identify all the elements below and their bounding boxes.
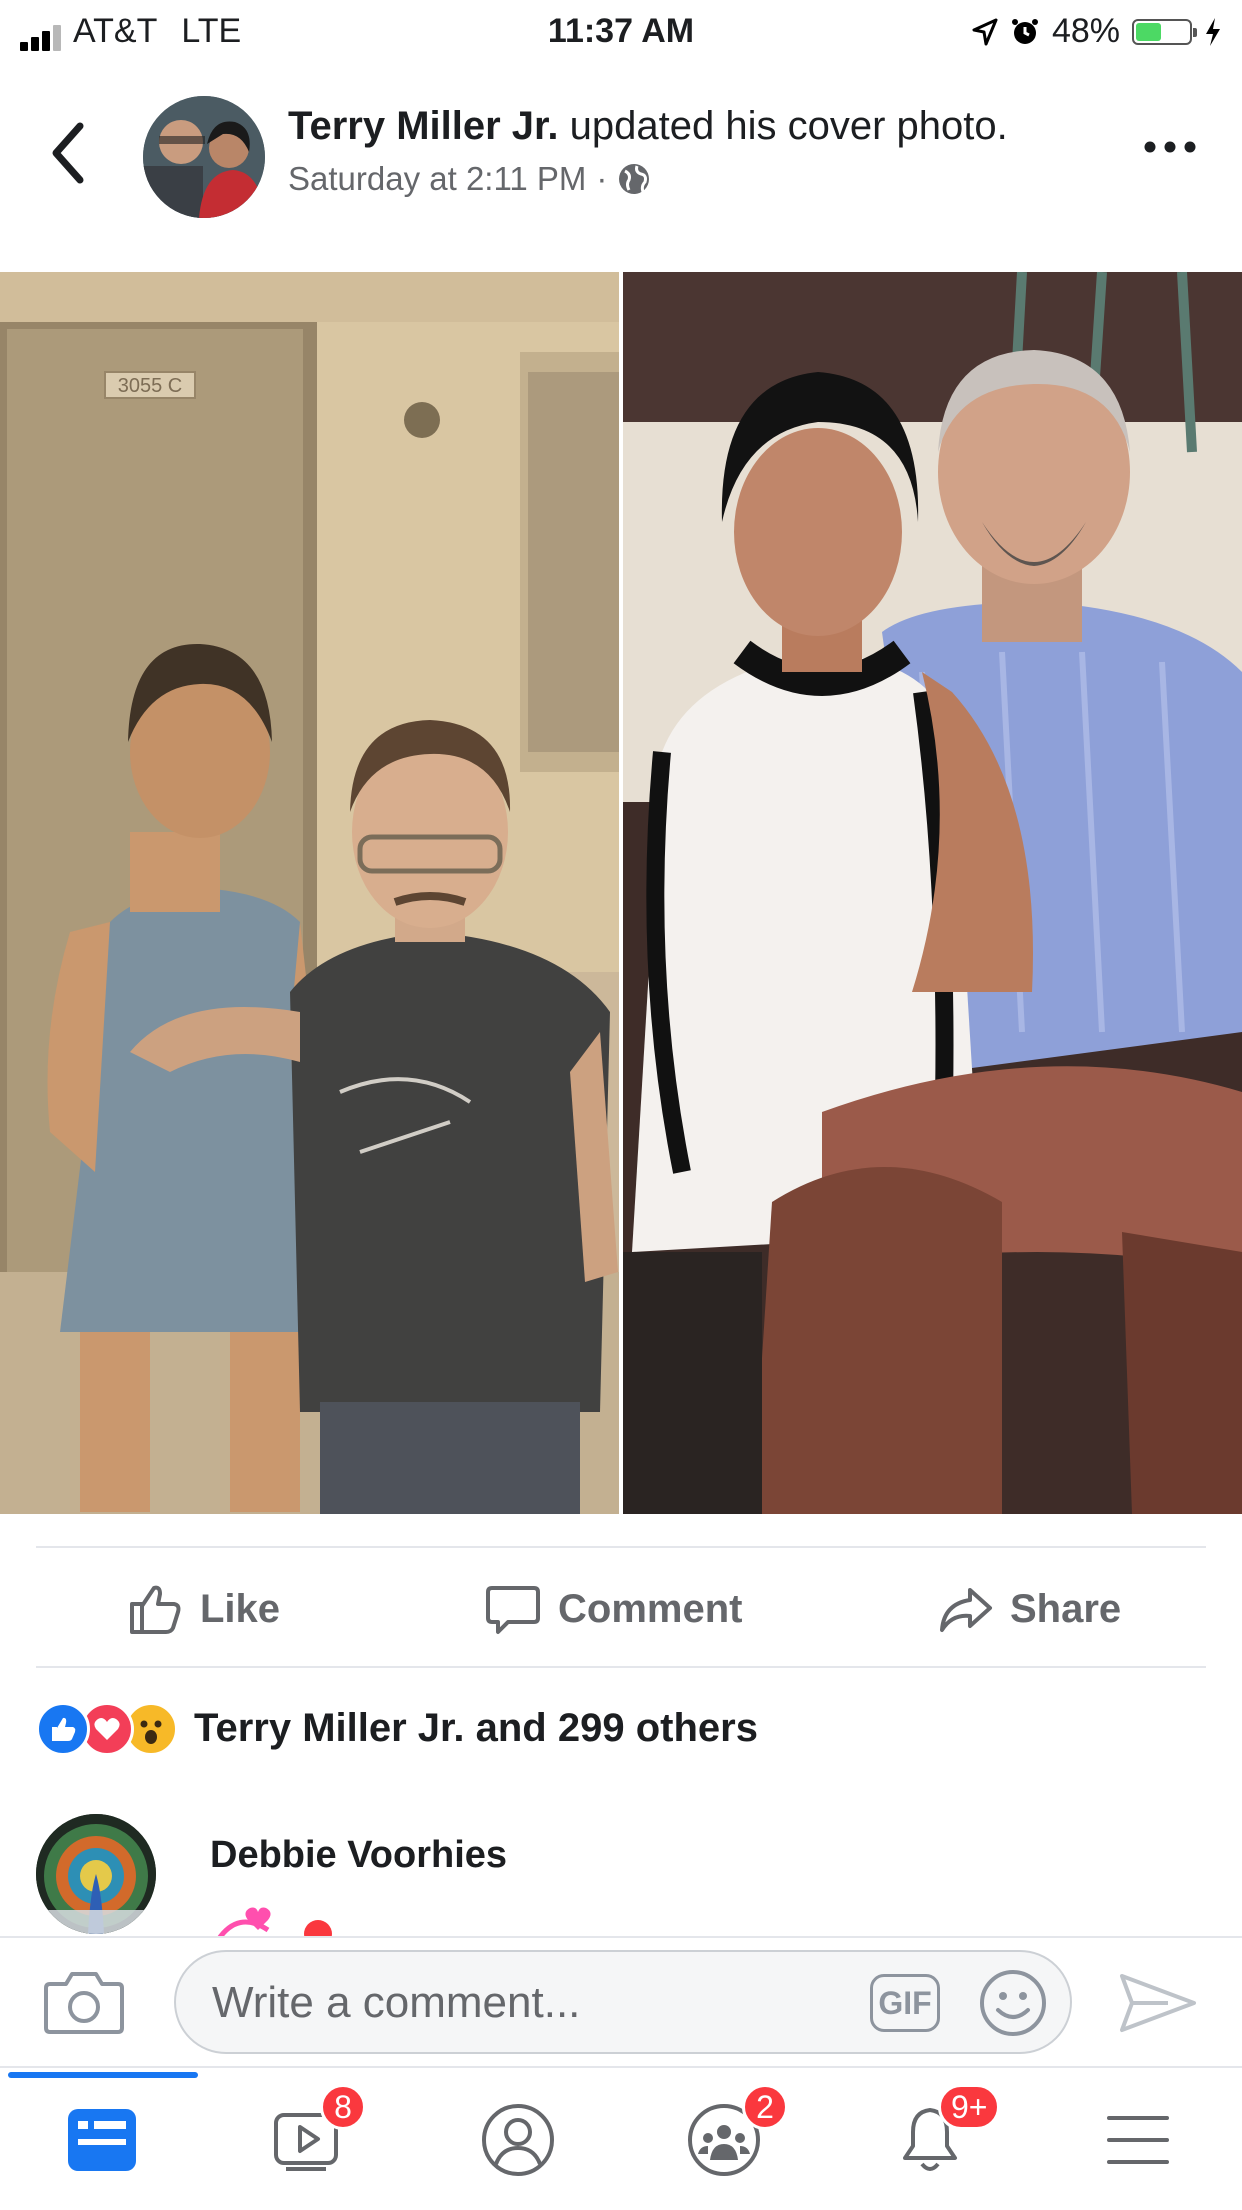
nav-news-feed[interactable] xyxy=(60,2098,144,2182)
share-label: Share xyxy=(1010,1586,1122,1631)
thumbs-up-icon xyxy=(130,1585,181,1634)
active-tab-indicator xyxy=(8,2072,198,2078)
share-button[interactable]: Share xyxy=(936,1574,1121,1644)
watch-badge: 8 xyxy=(320,2084,366,2130)
status-right: 48% xyxy=(972,12,1222,51)
reaction-icons[interactable] xyxy=(36,1702,178,1756)
profile-icon xyxy=(482,2104,554,2176)
camera-icon[interactable] xyxy=(44,1966,124,2036)
photo-right-recent xyxy=(622,272,1242,1514)
bottom-navigation xyxy=(0,2066,1242,2210)
author-name[interactable]: Terry Miller Jr. xyxy=(288,104,559,148)
globe-icon xyxy=(619,164,650,194)
peacock-avatar-image xyxy=(36,1814,156,1934)
post-action: updated his cover photo. xyxy=(569,104,1008,148)
post-meta: Saturday at 2:11 PM · xyxy=(288,160,651,198)
post-headline: Terry Miller Jr. updated his cover photo… xyxy=(288,104,1008,149)
groups-badge: 2 xyxy=(742,2084,788,2130)
like-label: Like xyxy=(200,1586,281,1631)
like-reaction-icon xyxy=(36,1702,90,1756)
divider-top xyxy=(36,1546,1206,1548)
share-arrow-icon xyxy=(940,1588,992,1632)
comment-label: Comment xyxy=(558,1586,743,1631)
nav-menu[interactable] xyxy=(1096,2098,1180,2182)
comment-input[interactable] xyxy=(210,1972,814,2034)
photo-left-vintage: 3055 C xyxy=(0,272,620,1514)
divider-bottom xyxy=(36,1666,1206,1668)
comment-button[interactable]: Comment xyxy=(484,1574,742,1644)
cover-photo[interactable]: 3055 C xyxy=(0,272,1242,1514)
charging-icon xyxy=(1206,17,1220,46)
emoji-icon[interactable] xyxy=(978,1968,1048,2038)
chevron-left-icon[interactable] xyxy=(44,118,94,188)
author-avatar[interactable] xyxy=(143,96,265,218)
status-bar: AT&T LTE 11:37 AM 48% xyxy=(0,0,1242,64)
like-button[interactable]: Like xyxy=(126,1574,280,1644)
heart-sticker-icon xyxy=(215,1907,332,1940)
battery-icon xyxy=(1132,18,1197,45)
alarm-icon xyxy=(1011,18,1038,44)
post-timestamp[interactable]: Saturday at 2:11 PM xyxy=(288,160,586,198)
comment-bubble-icon xyxy=(486,1586,540,1634)
commenter-avatar[interactable] xyxy=(36,1814,156,1934)
notifications-badge: 9+ xyxy=(938,2084,1001,2130)
more-horizontal-icon[interactable] xyxy=(1140,132,1200,162)
menu-icon xyxy=(1107,2116,1169,2164)
gif-button[interactable]: GIF xyxy=(870,1974,940,2032)
avatar-photo xyxy=(143,96,265,218)
commenter-name[interactable]: Debbie Voorhies xyxy=(210,1834,507,1877)
meta-separator: · xyxy=(596,160,608,197)
send-icon[interactable] xyxy=(1118,1970,1198,2036)
news-feed-icon xyxy=(68,2109,136,2171)
location-icon xyxy=(972,18,998,45)
battery-percent: 48% xyxy=(1051,12,1120,50)
nav-profile[interactable] xyxy=(476,2098,560,2182)
comment-sticker xyxy=(208,1900,378,1940)
reactions-summary[interactable]: Terry Miller Jr. and 299 others xyxy=(194,1706,758,1751)
